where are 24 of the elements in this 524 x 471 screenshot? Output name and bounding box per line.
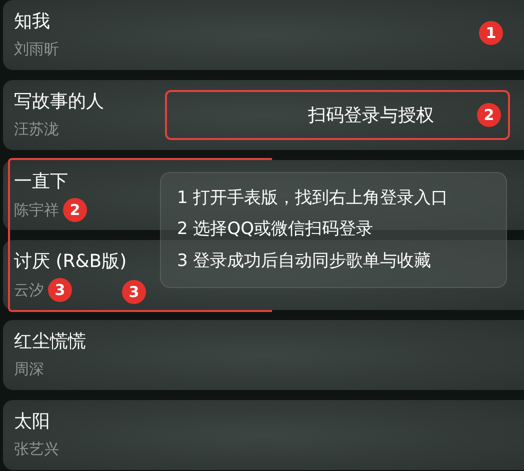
- song-card[interactable]: 红尘慌慌 周深: [3, 320, 524, 390]
- artist-name: 刘雨昕: [14, 39, 59, 60]
- number-badge: 1: [479, 21, 503, 45]
- song-card[interactable]: 太阳 张艺兴: [3, 400, 524, 470]
- number-badge: 3: [48, 278, 72, 302]
- song-title: 写故事的人: [14, 90, 104, 114]
- artist-name: 云汐: [14, 280, 44, 301]
- tooltip-line: 3 登录成功后自动同步歌单与收藏: [177, 250, 432, 273]
- artist-name: 陈宇祥: [14, 200, 59, 221]
- song-title: 知我: [14, 10, 50, 34]
- callout-text: 扫码登录与授权: [308, 104, 434, 128]
- artist-name: 周深: [14, 359, 44, 380]
- number-badge: 3: [122, 280, 146, 304]
- tooltip-line: 1 打开手表版，找到右上角登录入口: [177, 186, 450, 210]
- song-card[interactable]: 写故事的人 汪苏泷 扫码登录与授权 2: [3, 80, 524, 150]
- song-title: 一直下: [14, 170, 68, 194]
- artist-name: 张艺兴: [14, 439, 59, 460]
- artist-name: 汪苏泷: [14, 119, 59, 140]
- song-title: 讨厌 (R&B版): [14, 250, 127, 274]
- number-badge: 2: [63, 198, 87, 222]
- number-badge: 2: [477, 103, 501, 127]
- song-title: 太阳: [14, 410, 50, 434]
- song-card[interactable]: 知我 刘雨昕 1: [3, 0, 524, 70]
- song-title: 红尘慌慌: [14, 330, 86, 354]
